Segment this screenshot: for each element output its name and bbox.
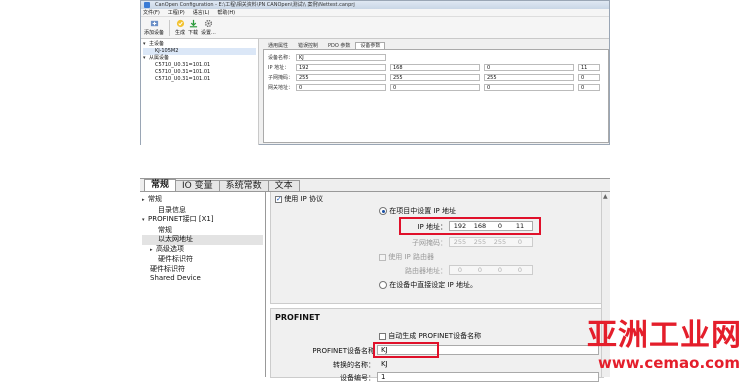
subnet-octet-3[interactable]: 255 [484, 74, 574, 81]
scroll-up-icon[interactable]: ▲ [603, 193, 608, 200]
nav-interface-general[interactable]: 常规 [142, 226, 263, 236]
subnet-mask-label: 子网掩码： [412, 239, 447, 247]
tab-error-control[interactable]: 错误控制 [293, 42, 323, 49]
gateway-row: 网关地址： 0 0 0 0 [268, 83, 604, 92]
subnet-octet-4[interactable]: 0 [578, 74, 600, 81]
tree-item-slave-3[interactable]: C5710_U0.31=101.01 [143, 76, 256, 83]
subnet-row: 子网掩码： 255 255 255 0 [268, 73, 604, 82]
properties-nav-tree: ▸ 常规 目录信息 ▾ PROFINET接口 [X1] 常规 以太网地址 ▸ 高级选项… [140, 192, 266, 377]
nav-advanced-options[interactable]: ▸ 高级选项 [142, 245, 263, 256]
download-icon [189, 19, 197, 28]
add-device-icon [150, 20, 158, 27]
subnet-octet-1[interactable]: 255 [296, 74, 386, 81]
ethernet-address-content: 使用 IP 协议 在项目中设置 IP 地址 IP 地址： 192 168 0 1… [266, 192, 610, 382]
ip-octet-4[interactable]: 11 [578, 64, 600, 71]
menu-project[interactable]: 工程(P) [168, 9, 185, 16]
use-router-row: 使用 IP 路由器 [379, 252, 434, 262]
properties-tabs: 常规 IO 变量 系统常数 文本 [140, 179, 610, 192]
router-address-label: 路由器地址： [405, 267, 447, 275]
use-ip-protocol-row: 使用 IP 协议 [275, 194, 323, 204]
param-tabs: 通用属性 错误控制 PDO 参数 设备参数 [263, 41, 609, 49]
profinet-panel: PROFINET 自动生成 PROFINET设备名称 PROFINET设备名称 … [270, 308, 604, 382]
profinet-heading: PROFINET [275, 313, 320, 322]
use-router-label: 使用 IP 路由器 [388, 253, 434, 261]
tia-properties-window: 常规 IO 变量 系统常数 文本 ▸ 常规 目录信息 ▾ PROFINET接口 [X… [140, 178, 610, 382]
profinet-device-name-label: PROFINET设备名称 [312, 347, 375, 355]
set-in-project-row: 在项目中设置 IP 地址 [379, 206, 456, 216]
watermark-url: www.cemao.com [598, 354, 740, 372]
ip-octet-2[interactable]: 168 [390, 64, 480, 71]
tree-item-kj105m2[interactable]: KJ-105M2 [143, 48, 256, 55]
ip-octet-3[interactable]: 0 [484, 64, 574, 71]
gateway-octet-2[interactable]: 0 [390, 84, 480, 91]
set-on-device-row: 在设备中直接设定 IP 地址。 [379, 280, 477, 290]
device-name-highlight-box [373, 342, 439, 358]
converted-name-value: KJ [381, 360, 388, 368]
menu-help[interactable]: 帮助(H) [217, 9, 235, 16]
tree-item-slave-2[interactable]: C5710_U0.31=101.01 [143, 69, 256, 76]
tree-item-master[interactable]: ▾ 主设备 [143, 41, 256, 48]
subnet-octet-2[interactable]: 255 [390, 74, 480, 81]
device-tree: ▾ 主设备 KJ-105M2 ▾ 从属设备 C5710_U0.31=101.01 C… [141, 39, 259, 145]
use-ip-protocol-label: 使用 IP 协议 [284, 195, 323, 203]
nav-general[interactable]: ▸ 常规 [142, 195, 263, 206]
tab-device-params[interactable]: 设备参数 [355, 42, 386, 49]
gateway-octet-1[interactable]: 0 [296, 84, 386, 91]
tree-item-slaves[interactable]: ▾ 从属设备 [143, 55, 256, 62]
app-icon [144, 2, 150, 8]
auto-generate-name-label: 自动生成 PROFINET设备名称 [388, 332, 482, 340]
converted-name-label: 转换的名称： [333, 361, 375, 369]
generate-icon [176, 19, 184, 28]
subnet-mask-field[interactable]: 255 255 255 0 [449, 237, 533, 247]
ip-highlight-box [399, 217, 541, 235]
menu-file[interactable]: 文件(F) [143, 9, 160, 16]
set-in-project-label: 在项目中设置 IP 地址 [389, 207, 456, 215]
canopen-config-window: CanOpen Configuration - E:\工程\相关资料\PN CA… [140, 0, 610, 145]
tab-system-constants[interactable]: 系统常数 [218, 180, 269, 191]
settings-button[interactable]: 设置... [201, 19, 216, 36]
watermark-brand: 亚洲工业网 [587, 318, 742, 353]
ip-protocol-panel: 使用 IP 协议 在项目中设置 IP 地址 IP 地址： 192 168 0 1… [270, 192, 604, 304]
ip-address-row: IP 地址： 192 168 0 11 [268, 63, 604, 72]
gateway-octet-4[interactable]: 0 [578, 84, 600, 91]
tab-texts[interactable]: 文本 [267, 180, 300, 191]
auto-generate-name-row: 自动生成 PROFINET设备名称 [379, 331, 481, 341]
tab-io-tags[interactable]: IO 变量 [175, 180, 220, 191]
tab-general[interactable]: 常规 [144, 179, 177, 191]
device-name-field[interactable]: KJ [296, 54, 386, 61]
window-title: CanOpen Configuration - E:\工程\相关资料\PN CA… [155, 2, 355, 8]
menu-language[interactable]: 语言(L) [193, 9, 210, 16]
nav-hardware-id[interactable]: 硬件标识符 [142, 265, 263, 275]
nav-shared-device[interactable]: Shared Device [142, 274, 263, 284]
menu-bar: 文件(F) 工程(P) 语言(L) 帮助(H) [141, 9, 609, 17]
toolbar: 添加设备 生成 下载 设置... [141, 17, 609, 39]
nav-catalog-info[interactable]: 目录信息 [142, 206, 263, 216]
gear-icon [204, 19, 212, 28]
device-name-label: 设备名称： [268, 55, 294, 61]
use-router-checkbox[interactable] [379, 253, 386, 261]
watermark-logo: 亚洲工业网 www.cemao.com [566, 310, 746, 376]
add-device-button[interactable]: 添加设备 [144, 19, 164, 36]
tab-pdo-params[interactable]: PDO 参数 [323, 42, 355, 49]
generate-button[interactable]: 生成 [175, 19, 185, 36]
set-in-project-radio[interactable] [379, 207, 387, 215]
download-button[interactable]: 下载 [188, 19, 198, 36]
set-on-device-label: 在设备中直接设定 IP 地址。 [389, 281, 477, 289]
nav-profinet-interface[interactable]: ▾ PROFINET接口 [X1] [142, 215, 263, 226]
gateway-octet-3[interactable]: 0 [484, 84, 574, 91]
ip-octet-1[interactable]: 192 [296, 64, 386, 71]
tree-item-slave-1[interactable]: C5710_U0.31=101.01 [143, 62, 256, 69]
use-ip-protocol-checkbox[interactable] [275, 195, 282, 203]
tab-general-props[interactable]: 通用属性 [263, 42, 293, 49]
nav-hardware-id-interface[interactable]: 硬件标识符 [142, 255, 263, 265]
title-bar: CanOpen Configuration - E:\工程\相关资料\PN CA… [141, 1, 609, 9]
set-on-device-radio[interactable] [379, 281, 387, 289]
device-params-form: 设备名称： KJ IP 地址： 192 168 0 11 子网掩码： 255 2… [263, 49, 609, 143]
auto-generate-name-checkbox[interactable] [379, 332, 386, 340]
toolbar-separator [169, 20, 171, 36]
device-number-label: 设备编号： [340, 374, 375, 382]
router-address-field[interactable]: 0 0 0 0 [449, 265, 533, 275]
nav-ethernet-address[interactable]: 以太网地址 [142, 235, 263, 245]
